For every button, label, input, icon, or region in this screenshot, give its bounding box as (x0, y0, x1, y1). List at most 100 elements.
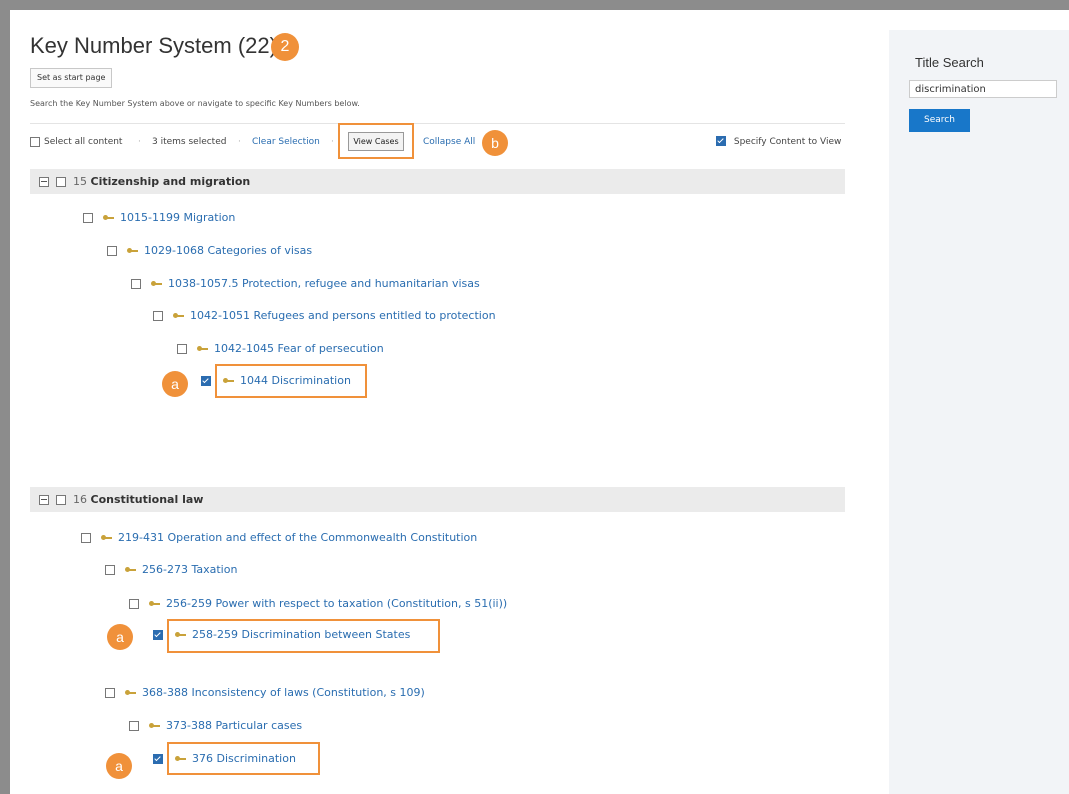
key-icon (103, 214, 114, 222)
key-number[interactable]: 1042-1051 (190, 309, 250, 322)
key-number[interactable]: 1044 (240, 374, 268, 387)
tree-node-selected[interactable]: 1044 Discrimination (223, 374, 351, 388)
callout-badge-a: a (107, 624, 133, 650)
window-frame-top (0, 0, 1069, 10)
collapse-toggle-icon[interactable] (39, 177, 49, 187)
section-number: 16 (73, 493, 87, 506)
section-header-constitutional[interactable]: 16 Constitutional law (30, 487, 845, 512)
title-search-panel: Title Search discrimination Search (889, 30, 1069, 794)
clear-selection-link[interactable]: Clear Selection (252, 137, 320, 147)
key-name[interactable]: Discrimination between States (241, 628, 410, 641)
key-name[interactable]: Power with respect to taxation (Constitu… (215, 597, 507, 610)
items-selected-count: 3 items selected (152, 137, 227, 147)
node-checkbox[interactable] (131, 279, 141, 289)
tree-node[interactable]: 373-388 Particular cases (129, 719, 302, 733)
key-number[interactable]: 256-273 (142, 563, 188, 576)
node-checkbox-checked[interactable] (153, 754, 163, 764)
key-number[interactable]: 258-259 (192, 628, 238, 641)
node-checkbox[interactable] (129, 599, 139, 609)
section-name[interactable]: Constitutional law (91, 493, 204, 506)
toolbar-separator: · (238, 137, 241, 147)
key-name[interactable]: Categories of visas (207, 244, 312, 257)
key-number[interactable]: 373-388 (166, 719, 212, 732)
callout-badge-b: b (482, 130, 508, 156)
node-checkbox-checked[interactable] (153, 630, 163, 640)
key-icon (223, 377, 234, 385)
key-name[interactable]: Taxation (191, 563, 237, 576)
collapse-toggle-icon[interactable] (39, 495, 49, 505)
title-search-heading: Title Search (915, 55, 984, 70)
key-name[interactable]: Inconsistency of laws (Constitution, s 1… (191, 686, 424, 699)
specify-content-toggle[interactable]: Specify Content to View (716, 136, 841, 147)
key-name[interactable]: Discrimination (217, 752, 296, 765)
key-number[interactable]: 1042-1045 (214, 342, 274, 355)
key-icon (197, 345, 208, 353)
key-name[interactable]: Migration (183, 211, 235, 224)
callout-badge-a: a (106, 753, 132, 779)
view-cases-button[interactable]: View Cases (348, 132, 404, 151)
tree-node[interactable]: 1042-1045 Fear of persecution (177, 342, 384, 356)
node-checkbox[interactable] (105, 565, 115, 575)
node-checkbox[interactable] (83, 213, 93, 223)
set-start-page-button[interactable]: Set as start page (30, 68, 113, 88)
view-cases-highlight: View Cases (338, 123, 414, 159)
tree-node[interactable]: 256-273 Taxation (105, 563, 237, 577)
tree-node[interactable]: 1042-1051 Refugees and persons entitled … (153, 309, 496, 323)
select-all-label[interactable]: Select all content (44, 137, 122, 147)
key-name[interactable]: Protection, refugee and humanitarian vis… (242, 277, 480, 290)
key-number[interactable]: 1015-1199 (120, 211, 180, 224)
node-checkbox-checked[interactable] (201, 376, 211, 386)
key-icon (175, 755, 186, 763)
key-icon (149, 722, 160, 730)
key-name[interactable]: Operation and effect of the Commonwealth… (167, 531, 477, 544)
node-checkbox[interactable] (177, 344, 187, 354)
key-number[interactable]: 1038-1057.5 (168, 277, 238, 290)
specify-content-checkbox[interactable] (716, 136, 726, 146)
key-number[interactable]: 368-388 (142, 686, 188, 699)
title-search-input[interactable]: discrimination (909, 80, 1057, 98)
key-name[interactable]: Fear of persecution (277, 342, 383, 355)
node-checkbox[interactable] (105, 688, 115, 698)
key-number[interactable]: 219-431 (118, 531, 164, 544)
section-name[interactable]: Citizenship and migration (91, 175, 251, 188)
page-title: Key Number System (22) (30, 33, 277, 58)
node-checkbox[interactable] (129, 721, 139, 731)
select-all-checkbox[interactable] (30, 137, 40, 147)
callout-badge-a: a (162, 371, 188, 397)
key-number[interactable]: 1029-1068 (144, 244, 204, 257)
key-number[interactable]: 256-259 (166, 597, 212, 610)
tree-node-selected[interactable]: 376 Discrimination (175, 752, 296, 766)
node-checkbox[interactable] (107, 246, 117, 256)
divider (30, 123, 845, 124)
node-checkbox[interactable] (81, 533, 91, 543)
tree-node[interactable]: 256-259 Power with respect to taxation (… (129, 597, 507, 611)
key-icon (151, 280, 162, 288)
key-icon (125, 566, 136, 574)
tree-node[interactable]: 219-431 Operation and effect of the Comm… (81, 531, 477, 545)
node-checkbox[interactable] (153, 311, 163, 321)
specify-content-label: Specify Content to View (733, 136, 842, 147)
key-name[interactable]: Particular cases (215, 719, 302, 732)
section-number: 15 (73, 175, 87, 188)
section-header-citizenship[interactable]: 15 Citizenship and migration (30, 169, 845, 194)
instructions-text: Search the Key Number System above or na… (30, 99, 360, 108)
key-number[interactable]: 376 (192, 752, 213, 765)
callout-badge-2: 2 (271, 33, 299, 61)
key-icon (173, 312, 184, 320)
key-name[interactable]: Refugees and persons entitled to protect… (253, 309, 495, 322)
tree-node[interactable]: 368-388 Inconsistency of laws (Constitut… (105, 686, 425, 700)
section-checkbox[interactable] (55, 495, 66, 505)
key-icon (127, 247, 138, 255)
key-icon (101, 534, 112, 542)
tree-node[interactable]: 1038-1057.5 Protection, refugee and huma… (131, 277, 480, 291)
key-icon (149, 600, 160, 608)
key-icon (175, 631, 186, 639)
section-checkbox[interactable] (55, 177, 66, 187)
key-name[interactable]: Discrimination (272, 374, 351, 387)
toolbar-separator: · (138, 137, 141, 147)
tree-node[interactable]: 1029-1068 Categories of visas (107, 244, 312, 258)
collapse-all-link[interactable]: Collapse All (423, 137, 475, 147)
tree-node[interactable]: 1015-1199 Migration (83, 211, 235, 225)
tree-node-selected[interactable]: 258-259 Discrimination between States (175, 628, 410, 642)
search-button[interactable]: Search (909, 109, 970, 132)
